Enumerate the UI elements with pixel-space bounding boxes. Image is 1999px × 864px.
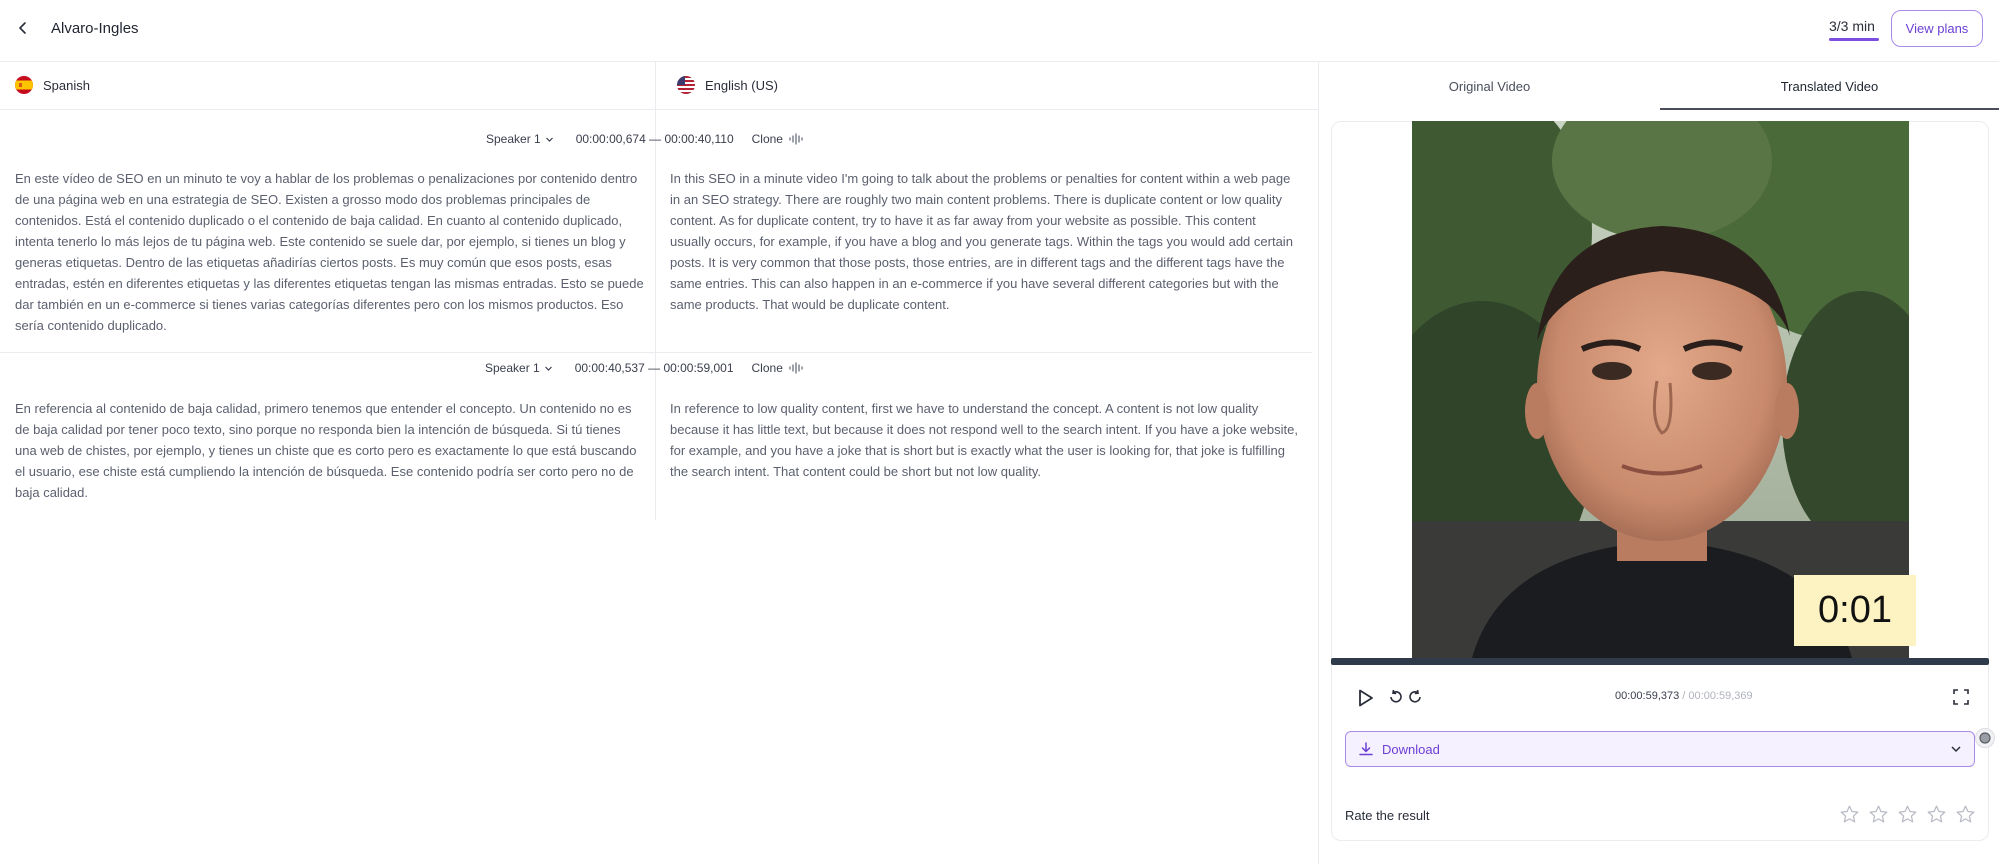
waveform-icon — [789, 362, 803, 374]
view-plans-button[interactable]: View plans — [1891, 10, 1983, 47]
segment-timecode: 00:00:00,674 — 00:00:40,110 — [575, 132, 734, 146]
source-language-label: Spanish — [43, 77, 90, 93]
target-language-label: English (US) — [705, 77, 778, 93]
minutes-usage: 3/3 min — [1829, 18, 1875, 34]
speaker-dropdown[interactable]: Speaker 1 — [486, 132, 554, 146]
download-label: Download — [1382, 742, 1440, 757]
chevron-down-icon — [545, 137, 553, 142]
play-button[interactable] — [1356, 687, 1376, 709]
speaker-label: Speaker 1 — [485, 361, 540, 375]
chevron-down-icon — [1951, 746, 1961, 753]
panel-divider — [1318, 62, 1319, 864]
source-text-segment-1[interactable]: En este vídeo de SEO en un minuto te voy… — [15, 168, 645, 336]
project-title: Alvaro-Ingles — [51, 20, 139, 37]
playback-time: 00:00:59,373 / 00:00:59,369 — [1615, 690, 1753, 702]
target-language: English (US) — [677, 76, 778, 94]
star-icon[interactable] — [1897, 804, 1918, 825]
rewind-icon — [1390, 689, 1402, 703]
forward-icon — [1409, 689, 1421, 703]
top-bar: Alvaro-Ingles 3/3 min View plans — [0, 0, 1999, 62]
language-row: Spanish English (US) — [0, 62, 1318, 110]
tab-original-video[interactable]: Original Video — [1319, 62, 1660, 110]
rewind-button[interactable] — [1387, 688, 1405, 706]
clone-label: Clone — [751, 132, 783, 146]
video-timestamp-overlay: 0:01 — [1794, 575, 1916, 646]
waveform-icon — [789, 133, 803, 145]
speaker-label: Speaker 1 — [486, 132, 541, 146]
rate-result-label: Rate the result — [1345, 808, 1430, 823]
chevron-down-icon — [544, 366, 552, 371]
star-icon[interactable] — [1955, 804, 1976, 825]
fullscreen-icon — [1953, 689, 1969, 705]
usage-bar — [1829, 38, 1879, 41]
play-icon — [1359, 689, 1373, 707]
fullscreen-button[interactable] — [1952, 688, 1970, 706]
star-icon[interactable] — [1868, 804, 1889, 825]
spain-flag-icon — [15, 76, 33, 94]
segment-divider — [0, 352, 1312, 353]
segment-header: Speaker 1 00:00:00,674 — 00:00:40,110 Cl… — [486, 129, 803, 149]
source-text-segment-2[interactable]: En referencia al contenido de baja calid… — [15, 398, 645, 503]
source-language: Spanish — [15, 76, 90, 94]
target-text-segment-2[interactable]: In reference to low quality content, fir… — [670, 398, 1298, 482]
segment-header: Speaker 1 00:00:40,537 — 00:00:59,001 Cl… — [485, 358, 803, 378]
star-rating — [1839, 804, 1976, 825]
speaker-dropdown[interactable]: Speaker 1 — [485, 361, 553, 375]
help-widget-icon[interactable] — [1975, 728, 1995, 748]
segment-timecode: 00:00:40,537 — 00:00:59,001 — [574, 361, 734, 375]
back-button[interactable] — [12, 17, 34, 39]
video-progress-bar[interactable] — [1331, 658, 1989, 665]
chevron-left-icon — [19, 22, 26, 34]
download-dropdown[interactable]: Download — [1345, 731, 1975, 767]
star-icon[interactable] — [1926, 804, 1947, 825]
clone-button[interactable]: Clone — [752, 132, 803, 146]
current-time: 00:00:59,373 — [1615, 690, 1680, 702]
download-icon — [1359, 742, 1373, 756]
forward-button[interactable] — [1406, 688, 1424, 706]
video-tabs: Original Video Translated Video — [1319, 62, 1999, 110]
active-tab-indicator — [1660, 108, 1999, 110]
usa-flag-icon — [677, 76, 695, 94]
clone-label: Clone — [751, 361, 783, 375]
clone-button[interactable]: Clone — [752, 361, 803, 375]
star-icon[interactable] — [1839, 804, 1860, 825]
circle-icon — [1979, 732, 1991, 744]
target-text-segment-1[interactable]: In this SEO in a minute video I'm going … — [670, 168, 1298, 315]
tab-translated-video[interactable]: Translated Video — [1660, 62, 1999, 110]
total-time: 00:00:59,369 — [1688, 690, 1753, 702]
